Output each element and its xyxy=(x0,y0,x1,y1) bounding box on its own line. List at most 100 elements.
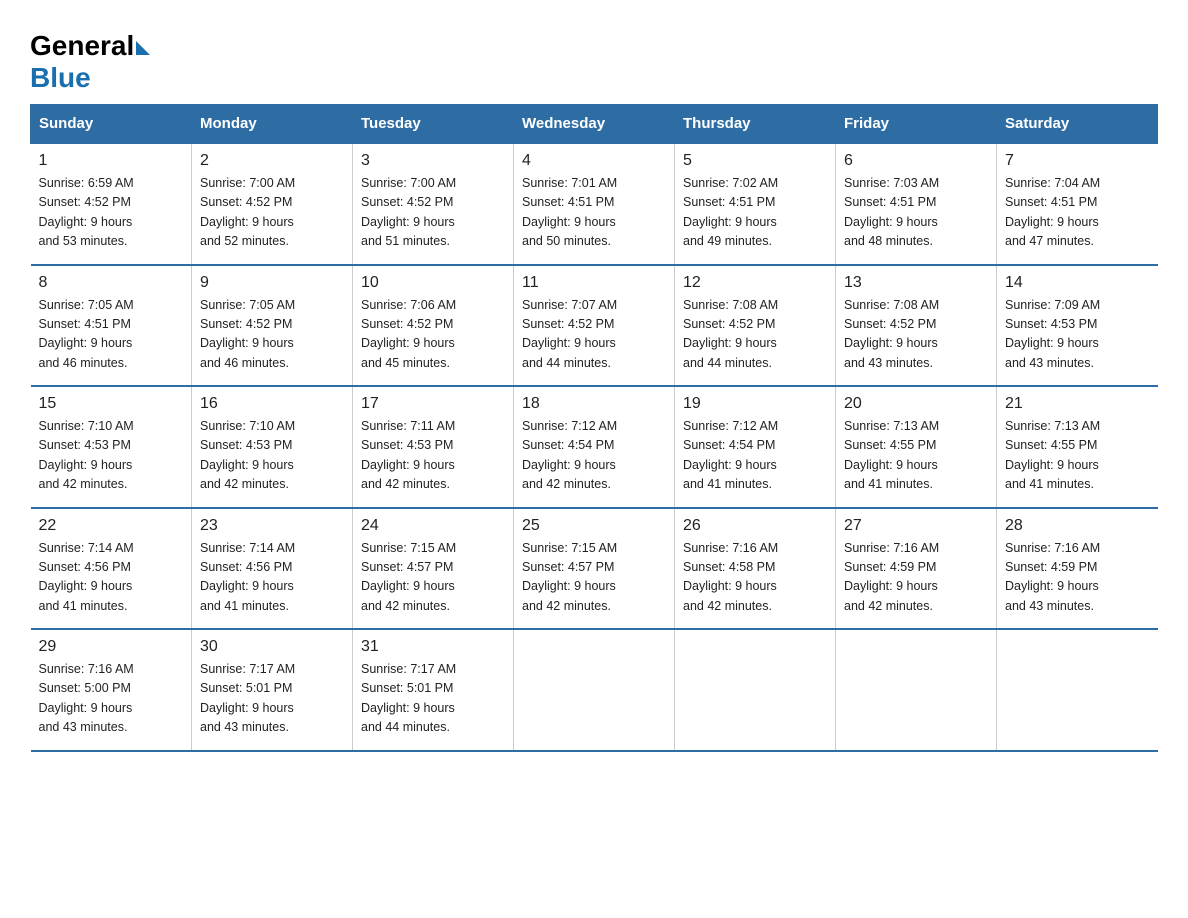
day-info: Sunrise: 7:01 AMSunset: 4:51 PMDaylight:… xyxy=(522,176,617,248)
calendar-day-cell: 20 Sunrise: 7:13 AMSunset: 4:55 PMDaylig… xyxy=(836,386,997,508)
calendar-day-cell: 26 Sunrise: 7:16 AMSunset: 4:58 PMDaylig… xyxy=(675,508,836,630)
calendar-week-row: 22 Sunrise: 7:14 AMSunset: 4:56 PMDaylig… xyxy=(31,508,1158,630)
day-info: Sunrise: 7:00 AMSunset: 4:52 PMDaylight:… xyxy=(200,176,295,248)
day-number: 5 xyxy=(683,152,827,170)
day-info: Sunrise: 7:08 AMSunset: 4:52 PMDaylight:… xyxy=(844,298,939,370)
day-info: Sunrise: 7:16 AMSunset: 5:00 PMDaylight:… xyxy=(39,662,134,734)
day-number: 7 xyxy=(1005,152,1150,170)
weekday-header-sunday: Sunday xyxy=(31,105,192,144)
logo: General Blue xyxy=(30,30,150,94)
day-number: 9 xyxy=(200,274,344,292)
calendar-day-cell: 5 Sunrise: 7:02 AMSunset: 4:51 PMDayligh… xyxy=(675,143,836,265)
calendar-week-row: 8 Sunrise: 7:05 AMSunset: 4:51 PMDayligh… xyxy=(31,265,1158,387)
day-info: Sunrise: 7:12 AMSunset: 4:54 PMDaylight:… xyxy=(522,419,617,491)
day-number: 27 xyxy=(844,517,988,535)
logo-blue-text: Blue xyxy=(30,62,91,94)
calendar-day-cell: 29 Sunrise: 7:16 AMSunset: 5:00 PMDaylig… xyxy=(31,629,192,751)
day-number: 13 xyxy=(844,274,988,292)
day-info: Sunrise: 7:14 AMSunset: 4:56 PMDaylight:… xyxy=(39,541,134,613)
calendar-day-cell: 12 Sunrise: 7:08 AMSunset: 4:52 PMDaylig… xyxy=(675,265,836,387)
day-number: 20 xyxy=(844,395,988,413)
calendar-day-cell: 31 Sunrise: 7:17 AMSunset: 5:01 PMDaylig… xyxy=(353,629,514,751)
day-number: 28 xyxy=(1005,517,1150,535)
calendar-week-row: 29 Sunrise: 7:16 AMSunset: 5:00 PMDaylig… xyxy=(31,629,1158,751)
day-number: 21 xyxy=(1005,395,1150,413)
calendar-day-cell: 9 Sunrise: 7:05 AMSunset: 4:52 PMDayligh… xyxy=(192,265,353,387)
day-number: 23 xyxy=(200,517,344,535)
page-header: General Blue xyxy=(30,20,1158,94)
day-info: Sunrise: 7:13 AMSunset: 4:55 PMDaylight:… xyxy=(1005,419,1100,491)
calendar-day-cell: 18 Sunrise: 7:12 AMSunset: 4:54 PMDaylig… xyxy=(514,386,675,508)
weekday-header-tuesday: Tuesday xyxy=(353,105,514,144)
day-info: Sunrise: 7:03 AMSunset: 4:51 PMDaylight:… xyxy=(844,176,939,248)
logo-general-text: General xyxy=(30,30,134,62)
day-number: 14 xyxy=(1005,274,1150,292)
day-number: 8 xyxy=(39,274,184,292)
calendar-day-cell: 8 Sunrise: 7:05 AMSunset: 4:51 PMDayligh… xyxy=(31,265,192,387)
day-number: 22 xyxy=(39,517,184,535)
calendar-day-cell: 28 Sunrise: 7:16 AMSunset: 4:59 PMDaylig… xyxy=(997,508,1158,630)
day-number: 10 xyxy=(361,274,505,292)
day-info: Sunrise: 7:12 AMSunset: 4:54 PMDaylight:… xyxy=(683,419,778,491)
day-info: Sunrise: 7:02 AMSunset: 4:51 PMDaylight:… xyxy=(683,176,778,248)
day-info: Sunrise: 7:08 AMSunset: 4:52 PMDaylight:… xyxy=(683,298,778,370)
calendar-day-cell: 24 Sunrise: 7:15 AMSunset: 4:57 PMDaylig… xyxy=(353,508,514,630)
day-number: 26 xyxy=(683,517,827,535)
calendar-day-cell xyxy=(836,629,997,751)
day-info: Sunrise: 7:13 AMSunset: 4:55 PMDaylight:… xyxy=(844,419,939,491)
calendar-week-row: 15 Sunrise: 7:10 AMSunset: 4:53 PMDaylig… xyxy=(31,386,1158,508)
day-info: Sunrise: 7:17 AMSunset: 5:01 PMDaylight:… xyxy=(361,662,456,734)
calendar-day-cell: 30 Sunrise: 7:17 AMSunset: 5:01 PMDaylig… xyxy=(192,629,353,751)
weekday-header-wednesday: Wednesday xyxy=(514,105,675,144)
day-info: Sunrise: 7:17 AMSunset: 5:01 PMDaylight:… xyxy=(200,662,295,734)
day-info: Sunrise: 7:15 AMSunset: 4:57 PMDaylight:… xyxy=(522,541,617,613)
weekday-header-row: SundayMondayTuesdayWednesdayThursdayFrid… xyxy=(31,105,1158,144)
day-number: 12 xyxy=(683,274,827,292)
day-info: Sunrise: 7:04 AMSunset: 4:51 PMDaylight:… xyxy=(1005,176,1100,248)
calendar-day-cell: 19 Sunrise: 7:12 AMSunset: 4:54 PMDaylig… xyxy=(675,386,836,508)
day-info: Sunrise: 7:09 AMSunset: 4:53 PMDaylight:… xyxy=(1005,298,1100,370)
weekday-header-saturday: Saturday xyxy=(997,105,1158,144)
day-number: 3 xyxy=(361,152,505,170)
calendar-day-cell: 11 Sunrise: 7:07 AMSunset: 4:52 PMDaylig… xyxy=(514,265,675,387)
weekday-header-friday: Friday xyxy=(836,105,997,144)
day-number: 30 xyxy=(200,638,344,656)
calendar-day-cell: 7 Sunrise: 7:04 AMSunset: 4:51 PMDayligh… xyxy=(997,143,1158,265)
calendar-day-cell xyxy=(997,629,1158,751)
calendar-day-cell: 16 Sunrise: 7:10 AMSunset: 4:53 PMDaylig… xyxy=(192,386,353,508)
day-number: 24 xyxy=(361,517,505,535)
calendar-day-cell: 6 Sunrise: 7:03 AMSunset: 4:51 PMDayligh… xyxy=(836,143,997,265)
day-number: 1 xyxy=(39,152,184,170)
day-number: 29 xyxy=(39,638,184,656)
day-info: Sunrise: 7:16 AMSunset: 4:59 PMDaylight:… xyxy=(1005,541,1100,613)
day-number: 15 xyxy=(39,395,184,413)
calendar-day-cell: 25 Sunrise: 7:15 AMSunset: 4:57 PMDaylig… xyxy=(514,508,675,630)
calendar-day-cell: 10 Sunrise: 7:06 AMSunset: 4:52 PMDaylig… xyxy=(353,265,514,387)
day-info: Sunrise: 7:16 AMSunset: 4:59 PMDaylight:… xyxy=(844,541,939,613)
day-info: Sunrise: 7:10 AMSunset: 4:53 PMDaylight:… xyxy=(39,419,134,491)
calendar-day-cell: 4 Sunrise: 7:01 AMSunset: 4:51 PMDayligh… xyxy=(514,143,675,265)
calendar-day-cell: 1 Sunrise: 6:59 AMSunset: 4:52 PMDayligh… xyxy=(31,143,192,265)
day-number: 17 xyxy=(361,395,505,413)
day-info: Sunrise: 7:05 AMSunset: 4:51 PMDaylight:… xyxy=(39,298,134,370)
day-info: Sunrise: 7:06 AMSunset: 4:52 PMDaylight:… xyxy=(361,298,456,370)
calendar-day-cell: 23 Sunrise: 7:14 AMSunset: 4:56 PMDaylig… xyxy=(192,508,353,630)
day-info: Sunrise: 7:14 AMSunset: 4:56 PMDaylight:… xyxy=(200,541,295,613)
day-info: Sunrise: 7:07 AMSunset: 4:52 PMDaylight:… xyxy=(522,298,617,370)
day-number: 19 xyxy=(683,395,827,413)
day-info: Sunrise: 7:16 AMSunset: 4:58 PMDaylight:… xyxy=(683,541,778,613)
day-info: Sunrise: 7:05 AMSunset: 4:52 PMDaylight:… xyxy=(200,298,295,370)
calendar-day-cell: 22 Sunrise: 7:14 AMSunset: 4:56 PMDaylig… xyxy=(31,508,192,630)
calendar-day-cell: 13 Sunrise: 7:08 AMSunset: 4:52 PMDaylig… xyxy=(836,265,997,387)
day-number: 11 xyxy=(522,274,666,292)
day-info: Sunrise: 7:10 AMSunset: 4:53 PMDaylight:… xyxy=(200,419,295,491)
day-number: 18 xyxy=(522,395,666,413)
day-number: 2 xyxy=(200,152,344,170)
weekday-header-thursday: Thursday xyxy=(675,105,836,144)
calendar-day-cell: 2 Sunrise: 7:00 AMSunset: 4:52 PMDayligh… xyxy=(192,143,353,265)
day-number: 31 xyxy=(361,638,505,656)
calendar-day-cell: 15 Sunrise: 7:10 AMSunset: 4:53 PMDaylig… xyxy=(31,386,192,508)
calendar-day-cell: 3 Sunrise: 7:00 AMSunset: 4:52 PMDayligh… xyxy=(353,143,514,265)
calendar-day-cell: 14 Sunrise: 7:09 AMSunset: 4:53 PMDaylig… xyxy=(997,265,1158,387)
day-info: Sunrise: 7:15 AMSunset: 4:57 PMDaylight:… xyxy=(361,541,456,613)
